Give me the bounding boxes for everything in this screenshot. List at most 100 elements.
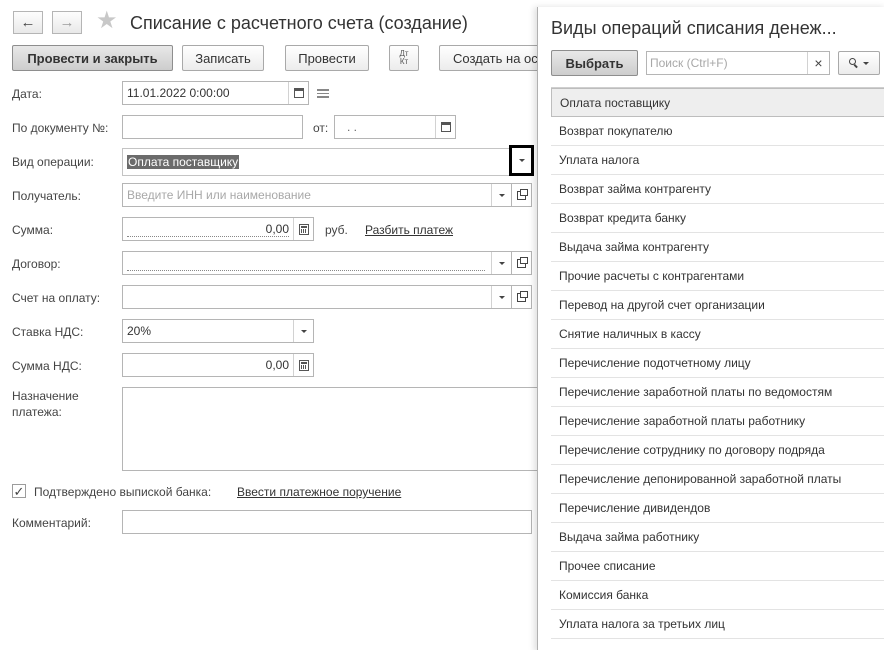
list-item[interactable]: Возврат покупателю	[551, 117, 884, 146]
date-input[interactable]: 11.01.2022 0:00:00	[122, 81, 309, 105]
calendar-icon	[440, 122, 451, 132]
list-item[interactable]: Снятие наличных в кассу	[551, 320, 884, 349]
create-based-on-button[interactable]: Создать на ос	[439, 45, 549, 71]
forward-button[interactable]: →	[52, 11, 82, 34]
vat-amount-input[interactable]: 0,00	[122, 353, 314, 377]
date-value: 11.01.2022 0:00:00	[127, 86, 230, 100]
amount-value: 0,00	[265, 222, 289, 236]
calendar-button[interactable]	[288, 82, 308, 104]
list-item[interactable]: Возврат кредита банку	[551, 204, 884, 233]
from-calendar-button[interactable]	[435, 116, 455, 138]
purpose-label-line1: Назначение	[12, 389, 79, 403]
list-item[interactable]: Перечисление дивидендов	[551, 494, 884, 523]
chevron-down-icon	[498, 193, 505, 197]
comment-input[interactable]	[122, 510, 532, 534]
amount-input[interactable]: 0,00	[122, 217, 314, 241]
from-label: от:	[313, 121, 329, 135]
list-item[interactable]: Уплата налога	[551, 146, 884, 175]
open-icon	[517, 188, 528, 200]
post-button[interactable]: Провести	[285, 45, 369, 71]
list-item[interactable]: Перечисление депонированной заработной п…	[551, 465, 884, 494]
search-input[interactable]: Поиск (Ctrl+F) ×	[646, 51, 830, 75]
list-item[interactable]: Перечисление заработной платы по ведомос…	[551, 378, 884, 407]
list-item[interactable]: Выдача займа работнику	[551, 523, 884, 552]
vat-amount-value: 0,00	[265, 358, 289, 372]
invoice-dropdown-button[interactable]	[491, 286, 511, 308]
from-date-input[interactable]: . .	[334, 115, 456, 139]
list-item[interactable]: Перечисление заработной платы работнику	[551, 407, 884, 436]
operation-dropdown-button[interactable]	[509, 145, 534, 176]
clear-search-button[interactable]: ×	[807, 52, 829, 74]
list-item[interactable]: Прочее списание	[551, 552, 884, 581]
kt-label: Кт	[399, 57, 409, 66]
vat-rate-value: 20%	[127, 324, 152, 338]
amount-label: Сумма:	[12, 223, 54, 237]
dt-kt-button[interactable]: Дт Кт	[389, 45, 419, 71]
list-item[interactable]: Уплата налога за третьих лиц	[551, 610, 884, 639]
from-date-value: . .	[347, 120, 358, 134]
list-item[interactable]: Прочие расчеты с контрагентами	[551, 262, 884, 291]
chevron-down-icon	[518, 159, 525, 162]
operation-types-list: Оплата поставщику Возврат покупателю Уплат…	[551, 87, 884, 639]
list-item[interactable]: Оплата поставщику	[551, 88, 884, 117]
arrow-left-icon: ←	[20, 14, 36, 31]
favorite-star-icon[interactable]: ★	[96, 9, 118, 33]
invoice-input[interactable]	[122, 285, 512, 309]
vat-calculator-button[interactable]	[293, 354, 313, 376]
calculator-icon	[298, 359, 309, 371]
open-icon	[517, 290, 528, 302]
recipient-label: Получатель:	[12, 189, 81, 203]
back-button[interactable]: ←	[13, 11, 43, 34]
search-options-button[interactable]	[838, 51, 880, 75]
purpose-textarea[interactable]	[122, 387, 542, 471]
list-item[interactable]: Комиссия банка	[551, 581, 884, 610]
invoice-label: Счет на оплату:	[12, 291, 101, 305]
recipient-dropdown-button[interactable]	[491, 184, 511, 206]
contract-open-button[interactable]	[512, 251, 532, 275]
panel-title: Виды операций списания денеж...	[551, 18, 837, 38]
list-item[interactable]: Выдача займа контрагенту	[551, 233, 884, 262]
enter-payment-order-link[interactable]: Ввести платежное поручение	[237, 485, 401, 499]
contract-label: Договор:	[12, 257, 61, 271]
doc-number-label: По документу №:	[12, 121, 109, 135]
operation-select[interactable]: Оплата поставщику	[122, 148, 510, 176]
operation-label: Вид операции:	[12, 155, 94, 169]
recipient-input[interactable]: Введите ИНН или наименование	[122, 183, 512, 207]
checkmark-icon: ✓	[13, 483, 25, 499]
close-icon: ×	[814, 55, 823, 71]
vat-rate-select[interactable]: 20%	[122, 319, 314, 343]
chevron-down-icon	[863, 61, 869, 65]
operation-types-panel: Виды операций списания денеж... Выбрать …	[537, 7, 884, 650]
purpose-label-line2: платежа:	[12, 405, 62, 419]
list-item[interactable]: Перечисление подотчетному лицу	[551, 349, 884, 378]
calculator-button[interactable]	[293, 218, 313, 240]
select-button[interactable]: Выбрать	[551, 50, 638, 76]
search-placeholder: Поиск (Ctrl+F)	[650, 56, 728, 70]
history-list-icon[interactable]	[317, 89, 329, 98]
search-icon	[849, 58, 859, 68]
contract-dropdown-button[interactable]	[491, 252, 511, 274]
save-button[interactable]: Записать	[182, 45, 264, 71]
list-item[interactable]: Перевод на другой счет организации	[551, 291, 884, 320]
vat-rate-dropdown-button[interactable]	[293, 320, 313, 342]
confirmed-checkbox[interactable]: ✓	[12, 484, 26, 498]
post-and-close-button[interactable]: Провести и закрыть	[12, 45, 173, 71]
open-icon	[517, 256, 528, 268]
split-payment-link[interactable]: Разбить платеж	[365, 223, 453, 237]
recipient-placeholder: Введите ИНН или наименование	[127, 188, 311, 202]
confirmed-label: Подтверждено выпиской банка:	[34, 485, 212, 499]
currency-label: руб.	[325, 223, 348, 237]
recipient-open-button[interactable]	[512, 183, 532, 207]
comment-label: Комментарий:	[12, 516, 91, 530]
vat-amount-label: Сумма НДС:	[12, 359, 82, 373]
list-item[interactable]: Перечисление сотруднику по договору подр…	[551, 436, 884, 465]
date-label: Дата:	[12, 87, 42, 101]
list-item[interactable]: Возврат займа контрагенту	[551, 175, 884, 204]
page-title: Списание с расчетного счета (создание)	[130, 13, 468, 33]
chevron-down-icon	[300, 329, 307, 333]
doc-number-input[interactable]	[122, 115, 303, 139]
invoice-open-button[interactable]	[512, 285, 532, 309]
contract-input[interactable]	[122, 251, 512, 275]
calculator-icon	[298, 223, 309, 235]
chevron-down-icon	[498, 261, 505, 265]
